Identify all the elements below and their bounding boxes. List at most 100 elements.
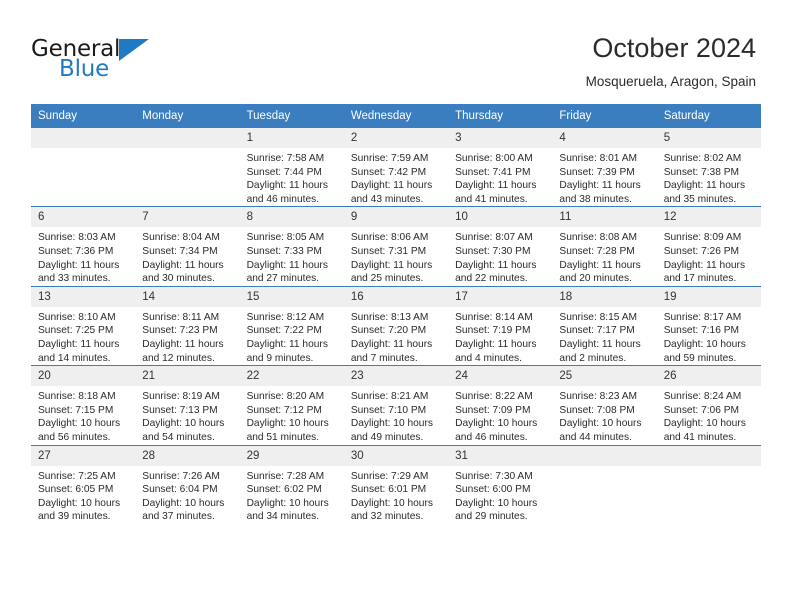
calendar-day-cell[interactable]: 17 Sunrise: 8:14 AM Sunset: 7:19 PM Dayligh…: [448, 285, 553, 366]
day-details: Sunrise: 8:20 AM Sunset: 7:12 PM Daylight:…: [240, 386, 344, 444]
sunrise-text: Sunrise: 7:58 AM: [246, 153, 325, 164]
day-details: Sunrise: 8:07 AM Sunset: 7:30 PM Daylight:…: [448, 227, 552, 285]
day-details: Sunrise: 8:09 AM Sunset: 7:26 PM Daylight:…: [657, 227, 761, 285]
logo-triangle-icon: [119, 39, 149, 61]
day-number: 11: [552, 207, 657, 228]
calendar-day-cell[interactable]: 7 Sunrise: 8:04 AM Sunset: 7:34 PM Daylight…: [135, 206, 240, 287]
calendar-day-cell[interactable]: 24 Sunrise: 8:22 AM Sunset: 7:09 PM Dayligh…: [448, 365, 553, 445]
sunset-text: Sunset: 7:12 PM: [246, 404, 322, 416]
calendar-day-cell[interactable]: 27 Sunrise: 7:25 AM Sunset: 6:05 PM Dayligh…: [31, 444, 136, 524]
daylight-text: Daylight: 11 hours and 2 minutes.: [559, 338, 641, 364]
day-number: [135, 128, 240, 148]
sunrise-text: Sunrise: 8:01 AM: [559, 153, 637, 164]
day-number: 15: [239, 286, 344, 307]
sunset-text: Sunset: 7:30 PM: [455, 245, 531, 257]
sunset-text: Sunset: 7:15 PM: [38, 404, 114, 416]
calendar-day-cell[interactable]: 8 Sunrise: 8:05 AM Sunset: 7:33 PM Daylight…: [239, 206, 344, 287]
calendar-day-cell[interactable]: 15 Sunrise: 8:12 AM Sunset: 7:22 PM Dayligh…: [239, 285, 344, 366]
day-details: Sunrise: 8:03 AM Sunset: 7:36 PM Daylight:…: [31, 227, 135, 285]
sunset-text: Sunset: 7:39 PM: [559, 166, 635, 178]
calendar-day-cell[interactable]: 1 Sunrise: 7:58 AM Sunset: 7:44 PM Daylight…: [239, 126, 344, 207]
calendar-day-cell[interactable]: 18 Sunrise: 8:15 AM Sunset: 7:17 PM Dayligh…: [552, 285, 657, 366]
calendar-day-cell[interactable]: 19 Sunrise: 8:17 AM Sunset: 7:16 PM Dayligh…: [656, 285, 761, 366]
daylight-text: Daylight: 11 hours and 30 minutes.: [142, 259, 224, 285]
calendar-day-cell[interactable]: 13 Sunrise: 8:10 AM Sunset: 7:25 PM Dayligh…: [31, 285, 136, 366]
day-number: 27: [31, 445, 136, 466]
day-details: Sunrise: 7:25 AM Sunset: 6:05 PM Daylight:…: [31, 466, 135, 524]
sunset-text: Sunset: 7:25 PM: [38, 325, 114, 337]
calendar-day-cell[interactable]: 16 Sunrise: 8:13 AM Sunset: 7:20 PM Dayligh…: [343, 285, 449, 366]
calendar-day-cell[interactable]: 28 Sunrise: 7:26 AM Sunset: 6:04 PM Dayligh…: [135, 444, 240, 524]
weekday-header-sunday: Sunday: [31, 104, 136, 128]
sunset-text: Sunset: 7:26 PM: [663, 245, 740, 257]
calendar-day-cell[interactable]: 30 Sunrise: 7:29 AM Sunset: 6:01 PM Dayligh…: [343, 444, 449, 524]
calendar-day-cell[interactable]: 14 Sunrise: 8:11 AM Sunset: 7:23 PM Dayligh…: [135, 285, 240, 366]
sunrise-text: Sunrise: 7:28 AM: [246, 470, 325, 482]
calendar-day-cell[interactable]: 22 Sunrise: 8:20 AM Sunset: 7:12 PM Dayligh…: [239, 365, 344, 445]
sunset-text: Sunset: 7:08 PM: [559, 404, 635, 416]
daylight-text: Daylight: 11 hours and 46 minutes.: [246, 180, 328, 205]
sunrise-text: Sunrise: 8:08 AM: [559, 232, 637, 244]
day-number: 14: [135, 286, 240, 307]
daylight-text: Daylight: 11 hours and 43 minutes.: [350, 180, 433, 205]
calendar-day-cell[interactable]: 6 Sunrise: 8:03 AM Sunset: 7:36 PM Daylight…: [31, 206, 136, 287]
calendar-day-cell[interactable]: 4 Sunrise: 8:01 AM Sunset: 7:39 PM Daylight…: [552, 126, 657, 207]
daylight-text: Daylight: 10 hours and 59 minutes.: [663, 338, 746, 364]
sunset-text: Sunset: 7:28 PM: [559, 245, 635, 257]
sunrise-text: Sunrise: 8:12 AM: [246, 311, 325, 323]
day-number: 2: [343, 128, 449, 148]
day-details: Sunrise: 8:05 AM Sunset: 7:33 PM Daylight:…: [240, 227, 344, 285]
sunrise-text: Sunrise: 8:22 AM: [455, 391, 533, 403]
calendar-day-cell[interactable]: 5 Sunrise: 8:02 AM Sunset: 7:38 PM Daylight…: [656, 126, 761, 207]
title-block: October 2024 Mosqueruela, Aragon, Spain: [586, 32, 756, 90]
sunset-text: Sunset: 7:10 PM: [350, 404, 427, 416]
sunrise-text: Sunrise: 8:13 AM: [350, 311, 429, 323]
daylight-text: Daylight: 11 hours and 17 minutes.: [663, 259, 746, 285]
sunrise-text: Sunrise: 8:11 AM: [142, 311, 220, 323]
sunset-text: Sunset: 7:17 PM: [559, 325, 635, 337]
sunrise-text: Sunrise: 8:07 AM: [455, 232, 533, 244]
sunrise-text: Sunrise: 8:09 AM: [663, 232, 742, 244]
day-details: Sunrise: 8:13 AM Sunset: 7:20 PM Daylight:…: [344, 307, 448, 365]
day-details: Sunrise: 7:29 AM Sunset: 6:01 PM Daylight:…: [344, 466, 448, 524]
calendar-day-cell[interactable]: 26 Sunrise: 8:24 AM Sunset: 7:06 PM Dayligh…: [656, 365, 761, 445]
general-blue-logo[interactable]: General Blue: [31, 36, 151, 84]
day-number: 1: [239, 128, 344, 148]
calendar-day-cell[interactable]: 25 Sunrise: 8:23 AM Sunset: 7:08 PM Dayligh…: [552, 365, 657, 445]
calendar-day-cell[interactable]: 21 Sunrise: 8:19 AM Sunset: 7:13 PM Dayligh…: [135, 365, 240, 445]
day-number: 9: [343, 207, 449, 228]
day-details: Sunrise: 8:14 AM Sunset: 7:19 PM Daylight:…: [448, 307, 552, 365]
daylight-text: Daylight: 10 hours and 41 minutes.: [663, 418, 746, 443]
calendar-day-cell[interactable]: 10 Sunrise: 8:07 AM Sunset: 7:30 PM Dayligh…: [448, 206, 553, 287]
sunset-text: Sunset: 7:09 PM: [455, 404, 531, 416]
day-number: 19: [656, 286, 761, 307]
daylight-text: Daylight: 11 hours and 9 minutes.: [246, 338, 328, 364]
daylight-text: Daylight: 10 hours and 34 minutes.: [246, 497, 329, 523]
sunrise-text: Sunrise: 7:29 AM: [350, 470, 429, 482]
page-subtitle: Mosqueruela, Aragon, Spain: [585, 74, 756, 89]
sunrise-text: Sunrise: 7:25 AM: [38, 470, 116, 482]
daylight-text: Daylight: 11 hours and 27 minutes.: [246, 259, 328, 285]
day-number: 30: [343, 445, 449, 466]
calendar-day-cell[interactable]: 2 Sunrise: 7:59 AM Sunset: 7:42 PM Daylight…: [343, 126, 449, 207]
day-details: Sunrise: 8:18 AM Sunset: 7:15 PM Daylight:…: [31, 386, 135, 444]
calendar-day-cell[interactable]: 3 Sunrise: 8:00 AM Sunset: 7:41 PM Daylight…: [448, 126, 553, 207]
daylight-text: Daylight: 11 hours and 20 minutes.: [559, 259, 641, 285]
sunset-text: Sunset: 7:16 PM: [663, 325, 740, 337]
weekday-header-row: Sunday Monday Tuesday Wednesday Thursday…: [31, 104, 761, 128]
day-number: 12: [656, 207, 761, 228]
calendar-day-cell[interactable]: 11 Sunrise: 8:08 AM Sunset: 7:28 PM Dayligh…: [552, 206, 657, 287]
sunrise-text: Sunrise: 8:05 AM: [246, 232, 325, 244]
sunrise-text: Sunrise: 7:30 AM: [455, 470, 533, 482]
calendar-day-cell[interactable]: 31 Sunrise: 7:30 AM Sunset: 6:00 PM Dayligh…: [448, 444, 553, 524]
calendar-day-cell[interactable]: 20 Sunrise: 8:18 AM Sunset: 7:15 PM Dayligh…: [31, 365, 136, 445]
calendar-day-cell[interactable]: 23 Sunrise: 8:21 AM Sunset: 7:10 PM Dayligh…: [343, 365, 449, 445]
day-details: Sunrise: 8:10 AM Sunset: 7:25 PM Daylight:…: [31, 307, 135, 365]
sunset-text: Sunset: 6:00 PM: [455, 484, 531, 496]
sunset-text: Sunset: 7:42 PM: [350, 166, 427, 178]
calendar-day-cell[interactable]: 29 Sunrise: 7:28 AM Sunset: 6:02 PM Dayligh…: [239, 444, 344, 524]
calendar-day-cell[interactable]: 12 Sunrise: 8:09 AM Sunset: 7:26 PM Dayligh…: [656, 206, 761, 287]
sunset-text: Sunset: 7:22 PM: [246, 325, 322, 337]
sunset-text: Sunset: 7:44 PM: [246, 166, 322, 178]
calendar-day-cell[interactable]: 9 Sunrise: 8:06 AM Sunset: 7:31 PM Daylight…: [343, 206, 449, 287]
